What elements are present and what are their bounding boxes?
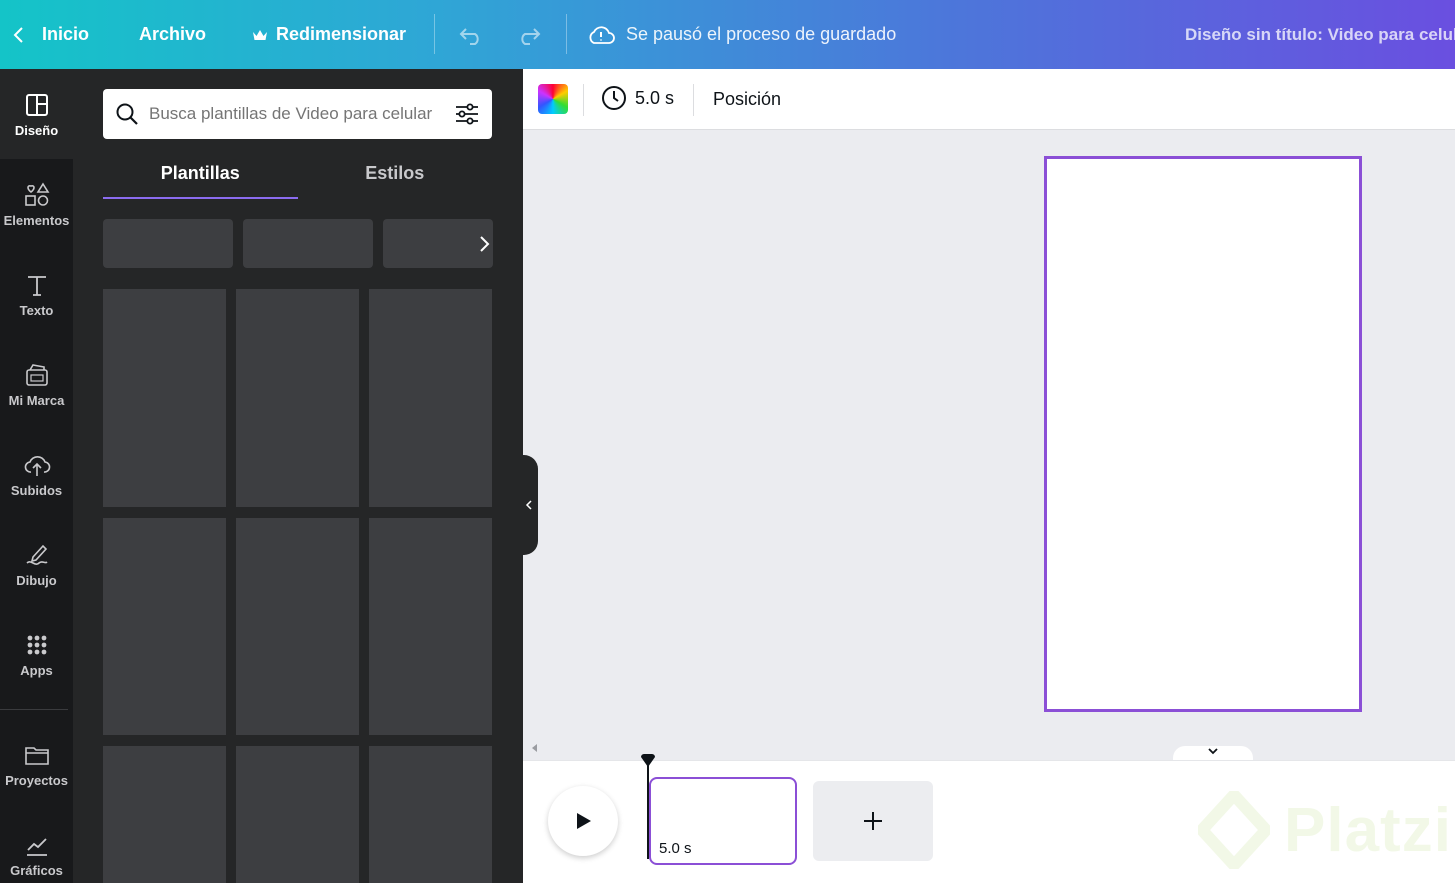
playhead[interactable]: [647, 755, 649, 859]
timeline-clip[interactable]: 5.0 s: [649, 777, 797, 865]
rail-item-apps[interactable]: Apps: [0, 609, 73, 699]
rail-label: Gráficos: [10, 862, 63, 878]
template-thumbnail[interactable]: [369, 289, 492, 507]
search-input[interactable]: [149, 104, 454, 124]
rail-item-projects[interactable]: Proyectos: [0, 719, 73, 809]
scroll-left-icon: [532, 744, 537, 752]
divider: [693, 84, 694, 116]
shapes-icon: [24, 181, 49, 206]
draw-icon: [25, 544, 48, 565]
platzi-logo-icon: [1198, 791, 1270, 869]
chips-next-button[interactable]: [473, 219, 495, 268]
save-status-text: Se pausó el proceso de guardado: [626, 24, 897, 44]
document-title[interactable]: Diseño sin título: Video para celular: [1185, 0, 1455, 69]
watermark-text: Platzi: [1284, 795, 1452, 865]
chevron-left-icon: [525, 500, 532, 510]
crown-icon: [253, 29, 267, 40]
play-icon: [577, 813, 591, 829]
tab-templates[interactable]: Plantillas: [103, 149, 298, 199]
template-thumbnail[interactable]: [103, 289, 226, 507]
rail-label: Dibujo: [16, 572, 57, 588]
rail-item-text[interactable]: Texto: [0, 249, 73, 339]
category-chip[interactable]: [243, 219, 373, 268]
canvas-area: [523, 130, 1455, 738]
timeline: 5.0 s Platzi: [523, 754, 1455, 883]
chevron-down-icon: [1208, 748, 1218, 755]
divider: [566, 14, 567, 54]
template-thumbnail[interactable]: [236, 746, 359, 883]
redo-icon: [521, 27, 541, 45]
home-label: Inicio: [42, 24, 90, 44]
top-bar: Inicio Archivo Redimensionar Se pausó el…: [0, 0, 1455, 69]
design-page[interactable]: [1044, 156, 1362, 712]
resize-label: Redimensionar: [276, 24, 407, 44]
editor-toolbar: 5.0 s Posición: [523, 69, 1455, 130]
panel-tabs: Plantillas Estilos: [103, 149, 492, 199]
text-icon: [27, 275, 46, 296]
resize-button[interactable]: Redimensionar: [252, 0, 406, 69]
chart-icon: [26, 837, 47, 856]
clip-duration: 5.0 s: [659, 840, 692, 857]
file-menu-button[interactable]: Archivo: [139, 0, 206, 69]
layout-icon: [25, 93, 48, 116]
template-thumbnail[interactable]: [369, 518, 492, 735]
undo-icon: [459, 27, 479, 45]
category-chip[interactable]: [103, 219, 233, 268]
rail-item-charts[interactable]: Gráficos: [0, 809, 73, 883]
clock-icon: [602, 86, 626, 110]
horizontal-scrollbar[interactable]: [523, 738, 1455, 764]
chevron-right-icon: [480, 235, 490, 252]
collapse-panel-button[interactable]: [520, 455, 538, 555]
add-page-button[interactable]: [813, 781, 933, 861]
search-box: [103, 89, 492, 139]
template-thumbnail[interactable]: [236, 518, 359, 735]
rail-item-uploads[interactable]: Subidos: [0, 429, 73, 519]
duration-button[interactable]: 5.0 s: [601, 85, 674, 111]
rail-item-design[interactable]: Diseño: [0, 69, 73, 159]
rail-label: Mi Marca: [8, 392, 65, 408]
tab-styles[interactable]: Estilos: [298, 149, 493, 199]
cloud-alert-icon: [589, 25, 615, 44]
cloud-upload-icon: [24, 455, 50, 476]
folder-icon: [24, 746, 49, 765]
plus-icon: [864, 812, 882, 830]
rail-label: Apps: [20, 662, 53, 678]
undo-button[interactable]: [458, 0, 484, 69]
brand-kit-icon: [25, 363, 48, 386]
rail-label: Proyectos: [5, 772, 68, 788]
play-button[interactable]: [548, 786, 618, 856]
filter-sliders-icon[interactable]: [454, 101, 480, 127]
background-color-button[interactable]: [538, 84, 568, 114]
rail-label: Diseño: [14, 122, 59, 138]
document-title-text: Diseño sin título: Video para celular: [1185, 24, 1455, 44]
rail-item-elements[interactable]: Elementos: [0, 159, 73, 249]
templates-panel: Plantillas Estilos: [73, 69, 523, 883]
file-label: Archivo: [139, 24, 207, 44]
left-rail: Diseño Elementos Texto Mi Marca Subidos …: [0, 69, 73, 883]
rail-label: Elementos: [3, 212, 70, 228]
template-thumbnail[interactable]: [103, 518, 226, 735]
playhead-handle-icon[interactable]: [640, 754, 656, 768]
position-button[interactable]: Posición: [713, 89, 781, 110]
rail-label: Texto: [19, 302, 54, 318]
watermark: Platzi: [1198, 791, 1452, 869]
rail-divider: [0, 709, 68, 710]
duration-label: 5.0 s: [635, 87, 675, 108]
divider: [434, 14, 435, 54]
template-thumbnail[interactable]: [103, 746, 226, 883]
divider: [583, 84, 584, 116]
template-thumbnail[interactable]: [236, 289, 359, 507]
chevron-left-icon: [13, 26, 23, 43]
rail-item-draw[interactable]: Dibujo: [0, 519, 73, 609]
rail-label: Subidos: [10, 482, 63, 498]
redo-button[interactable]: [516, 0, 542, 69]
rail-item-brand[interactable]: Mi Marca: [0, 339, 73, 429]
template-thumbnail[interactable]: [369, 746, 492, 883]
search-icon: [116, 103, 138, 125]
apps-grid-icon: [27, 635, 46, 654]
home-button[interactable]: Inicio: [12, 0, 89, 69]
save-status[interactable]: Se pausó el proceso de guardado: [587, 0, 896, 69]
